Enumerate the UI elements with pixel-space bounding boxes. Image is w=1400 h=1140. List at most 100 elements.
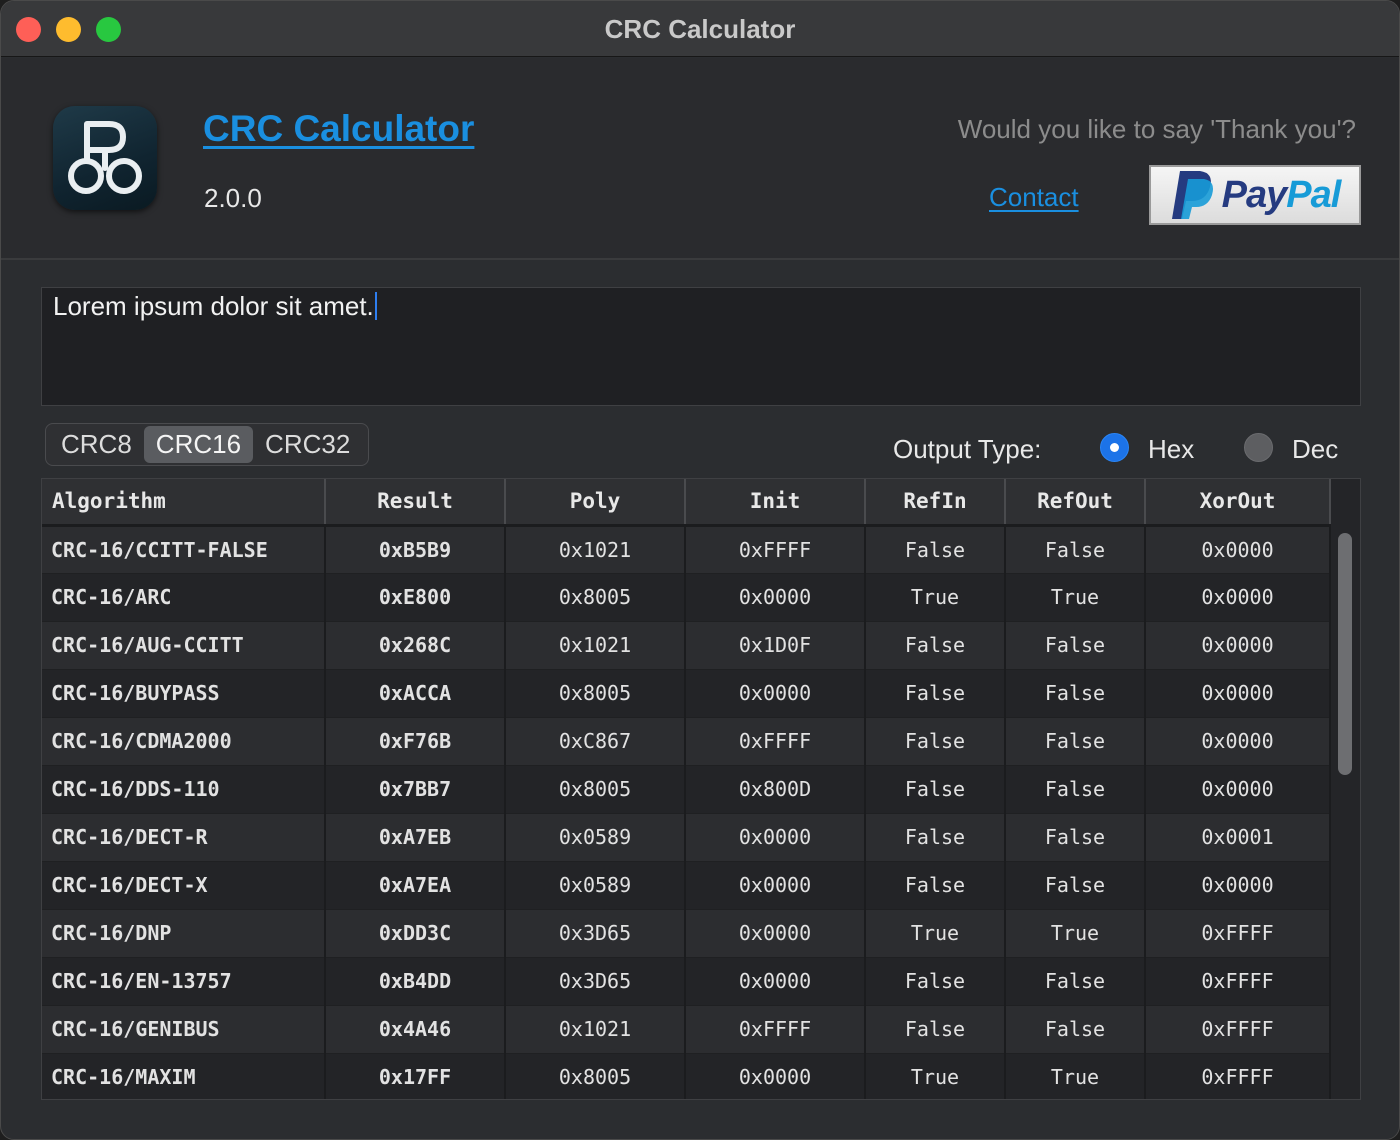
table-row[interactable]: CRC-16/BUYPASS 0xACCA 0x8005 0x0000 False Fal… [42, 669, 1331, 718]
table-row[interactable]: CRC-16/CDMA2000 0xF76B 0xC867 0xFFFF False Fa… [42, 717, 1331, 766]
cell-result: 0xB4DD [325, 957, 506, 1006]
cell-algorithm: CRC-16/GENIBUS [42, 1005, 326, 1054]
paypal-button[interactable]: PayPal [1149, 165, 1361, 225]
table-row[interactable]: CRC-16/DECT-R 0xA7EB 0x0589 0x0000 False Fals… [42, 813, 1331, 862]
cell-refin: False [865, 669, 1006, 718]
table-row[interactable]: CRC-16/GENIBUS 0x4A46 0x1021 0xFFFF False Fal… [42, 1005, 1331, 1054]
cell-result: 0xF76B [325, 717, 506, 766]
cell-algorithm: CRC-16/MAXIM [42, 1053, 326, 1099]
text-caret [374, 292, 377, 320]
table-row[interactable]: CRC-16/CCITT-FALSE 0xB5B9 0x1021 0xFFFF Fals… [42, 525, 1331, 574]
column-header-result[interactable]: Result [325, 479, 506, 527]
cell-init: 0x0000 [685, 861, 866, 910]
table-row[interactable]: CRC-16/AUG-CCITT 0x268C 0x1021 0x1D0F False F… [42, 621, 1331, 670]
cell-result: 0xA7EB [325, 813, 506, 862]
cell-algorithm: CRC-16/DDS-110 [42, 765, 326, 814]
cell-refin: False [865, 525, 1006, 574]
dec-radio[interactable] [1244, 433, 1273, 462]
cell-init: 0x0000 [685, 813, 866, 862]
cell-refout: False [1005, 765, 1146, 814]
tab-crc8[interactable]: CRC8 [49, 426, 144, 463]
cell-init: 0x0000 [685, 573, 866, 622]
cell-xorout: 0x0000 [1145, 573, 1331, 622]
table-row[interactable]: CRC-16/EN-13757 0xB4DD 0x3D65 0x0000 False Fa… [42, 957, 1331, 1006]
cell-algorithm: CRC-16/CCITT-FALSE [42, 525, 326, 574]
cell-poly: 0x1021 [505, 1005, 686, 1054]
cell-refin: True [865, 1053, 1006, 1099]
tab-crc16[interactable]: CRC16 [143, 426, 254, 463]
cell-xorout: 0xFFFF [1145, 1005, 1331, 1054]
column-header-refout[interactable]: RefOut [1005, 479, 1146, 527]
cell-xorout: 0xFFFF [1145, 909, 1331, 958]
input-text-area[interactable]: Lorem ipsum dolor sit amet. [41, 287, 1361, 406]
cell-refin: False [865, 861, 1006, 910]
paypal-logo-icon [1171, 171, 1213, 219]
cell-poly: 0x8005 [505, 669, 686, 718]
cell-init: 0x800D [685, 765, 866, 814]
thank-you-text: Would you like to say 'Thank you'? [957, 114, 1356, 144]
cell-init: 0x1D0F [685, 621, 866, 670]
cell-init: 0x0000 [685, 957, 866, 1006]
table-row[interactable]: CRC-16/DDS-110 0x7BB7 0x8005 0x800D False Fal… [42, 765, 1331, 814]
cell-result: 0x4A46 [325, 1005, 506, 1054]
app-logo-icon [53, 106, 157, 210]
cell-poly: 0x8005 [505, 573, 686, 622]
table-row[interactable]: CRC-16/DECT-X 0xA7EA 0x0589 0x0000 False Fals… [42, 861, 1331, 910]
cell-xorout: 0x0000 [1145, 621, 1331, 670]
cell-xorout: 0x0000 [1145, 717, 1331, 766]
cell-xorout: 0x0000 [1145, 525, 1331, 574]
cell-result: 0x17FF [325, 1053, 506, 1099]
column-header-poly[interactable]: Poly [505, 479, 686, 527]
cell-init: 0x0000 [685, 1053, 866, 1099]
table-row[interactable]: CRC-16/MAXIM 0x17FF 0x8005 0x0000 True True 0x… [42, 1053, 1331, 1099]
cell-refout: False [1005, 717, 1146, 766]
paypal-word-pay: Pay [1221, 173, 1288, 216]
tab-crc32[interactable]: CRC32 [253, 426, 362, 463]
cell-refout: True [1005, 1053, 1146, 1099]
title-bar: CRC Calculator [1, 1, 1399, 57]
cell-poly: 0x0589 [505, 813, 686, 862]
cell-refout: False [1005, 957, 1146, 1006]
cell-refin: True [865, 573, 1006, 622]
cell-poly: 0x1021 [505, 525, 686, 574]
crc-type-segmented-control: CRC8 CRC16 CRC32 [45, 423, 369, 466]
app-name-link[interactable]: CRC Calculator [203, 108, 474, 150]
app-window: CRC Calculator CRC Calculator 2.0.0 Woul… [0, 0, 1400, 1140]
cell-algorithm: CRC-16/CDMA2000 [42, 717, 326, 766]
table-row[interactable]: CRC-16/DNP 0xDD3C 0x3D65 0x0000 True True 0xFF… [42, 909, 1331, 958]
column-header-init[interactable]: Init [685, 479, 866, 527]
cell-init: 0xFFFF [685, 525, 866, 574]
cell-algorithm: CRC-16/DECT-X [42, 861, 326, 910]
column-header-xorout[interactable]: XorOut [1145, 479, 1331, 527]
input-text-content: Lorem ipsum dolor sit amet. [53, 291, 377, 322]
cell-refin: False [865, 765, 1006, 814]
cell-poly: 0x1021 [505, 621, 686, 670]
app-header: CRC Calculator 2.0.0 Would you like to s… [1, 58, 1399, 260]
column-header-refin[interactable]: RefIn [865, 479, 1006, 527]
hex-radio-label[interactable]: Hex [1148, 434, 1194, 465]
crc-results-table: Algorithm Result Poly Init RefIn RefOut … [41, 478, 1361, 1100]
paypal-wordmark: PayPal [1221, 173, 1342, 217]
table-body: CRC-16/CCITT-FALSE 0xB5B9 0x1021 0xFFFF Fals… [42, 525, 1331, 1099]
column-header-algorithm[interactable]: Algorithm [42, 479, 326, 527]
dec-radio-label[interactable]: Dec [1292, 434, 1338, 465]
hex-radio[interactable] [1100, 433, 1129, 462]
cell-poly: 0x0589 [505, 861, 686, 910]
app-version: 2.0.0 [204, 183, 262, 213]
cell-xorout: 0x0000 [1145, 765, 1331, 814]
contact-link[interactable]: Contact [989, 182, 1079, 213]
cell-refout: False [1005, 813, 1146, 862]
cell-refout: False [1005, 1005, 1146, 1054]
cell-result: 0xA7EA [325, 861, 506, 910]
cell-algorithm: CRC-16/AUG-CCITT [42, 621, 326, 670]
cell-result: 0x7BB7 [325, 765, 506, 814]
cell-init: 0xFFFF [685, 717, 866, 766]
cell-result: 0xDD3C [325, 909, 506, 958]
table-row[interactable]: CRC-16/ARC 0xE800 0x8005 0x0000 True True 0x00… [42, 573, 1331, 622]
table-scrollbar-thumb[interactable] [1338, 533, 1352, 775]
cell-xorout: 0x0001 [1145, 813, 1331, 862]
cell-algorithm: CRC-16/DNP [42, 909, 326, 958]
cell-result: 0xB5B9 [325, 525, 506, 574]
cell-result: 0xACCA [325, 669, 506, 718]
cell-refout: False [1005, 525, 1146, 574]
